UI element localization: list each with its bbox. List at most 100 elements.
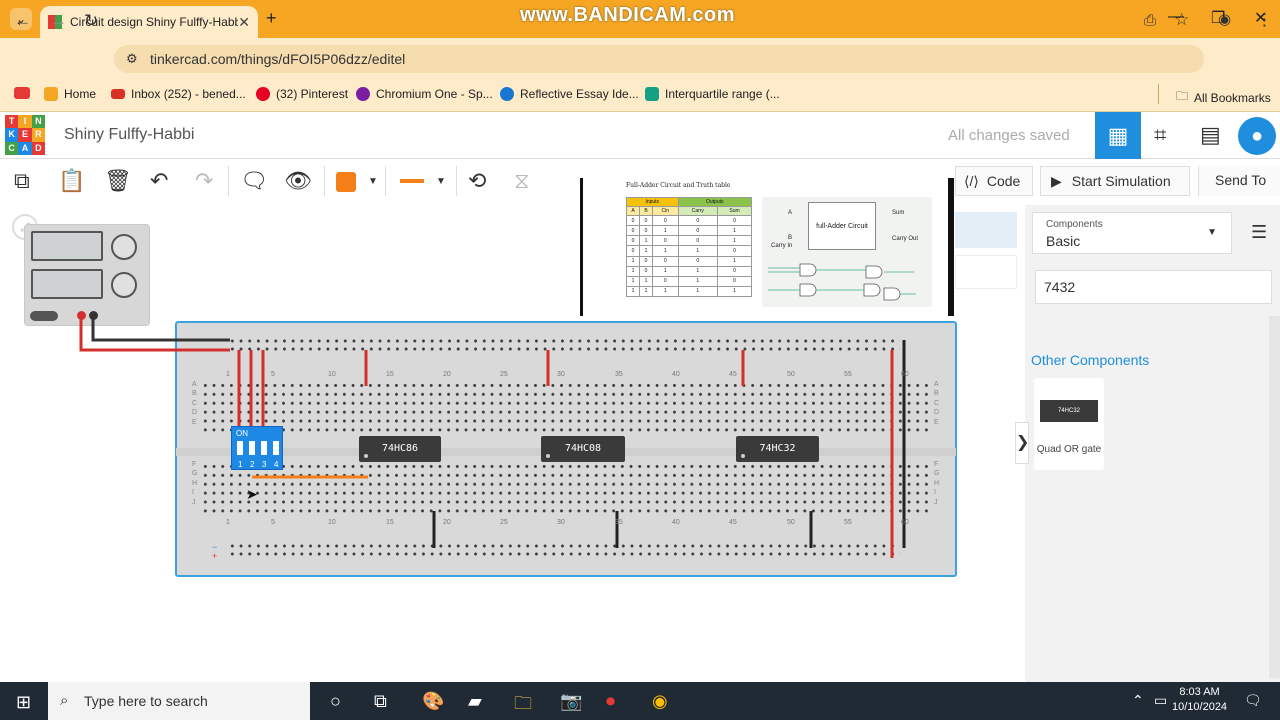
- dip-toggle[interactable]: [237, 441, 243, 455]
- schematic-view-icon[interactable]: ⌗: [1154, 122, 1166, 148]
- windows-start-icon[interactable]: ⊞: [16, 692, 31, 713]
- terminal-strip-bottom[interactable]: [201, 462, 931, 515]
- positive-terminal[interactable]: [77, 311, 86, 320]
- power-switch[interactable]: [30, 311, 58, 321]
- chip-74hc08[interactable]: 74HC08: [541, 436, 625, 462]
- notes-icon[interactable]: 🗨: [240, 168, 268, 194]
- paste-icon[interactable]: 📋: [58, 168, 85, 194]
- dip-toggle[interactable]: [261, 441, 267, 455]
- taskbar-search-box[interactable]: ⌕ Type here to search: [48, 682, 310, 720]
- menu-icon[interactable]: ⋮: [1256, 10, 1273, 30]
- install-app-icon[interactable]: ⎙: [1144, 12, 1156, 29]
- clock-date: 10/10/2024: [1172, 701, 1228, 713]
- toolbar-divider: [456, 166, 457, 196]
- dip-switch[interactable]: ON 1 2 3 4: [231, 426, 283, 470]
- bandicam-icon[interactable]: ⏺: [606, 691, 615, 712]
- color-dropdown-icon[interactable]: ▼: [368, 176, 378, 187]
- column-number: 1: [226, 519, 230, 526]
- user-avatar[interactable]: ●: [1238, 117, 1276, 155]
- reload-icon[interactable]: ↻: [84, 11, 98, 31]
- undo-icon[interactable]: ↶: [150, 168, 168, 194]
- negative-terminal[interactable]: [89, 311, 98, 320]
- truth-table-cell: 1: [652, 245, 679, 257]
- delete-icon[interactable]: 🗑: [104, 168, 132, 194]
- bookmark-label: (32) Pinterest: [276, 87, 349, 101]
- wire-color-swatch[interactable]: [336, 172, 356, 192]
- component-list-view-icon[interactable]: ▤: [1200, 122, 1221, 148]
- column-number: 15: [386, 371, 394, 378]
- task-view-icon[interactable]: ⧉: [374, 691, 387, 712]
- code-button[interactable]: ⟨/⟩ Code: [955, 166, 1033, 196]
- truth-table-cell: 0: [677, 235, 719, 247]
- row-letter: A: [934, 381, 939, 388]
- all-bookmarks[interactable]: 🗀 All Bookmarks: [1176, 87, 1271, 108]
- file-explorer-icon[interactable]: 🗀: [514, 691, 532, 720]
- new-tab-button[interactable]: +: [266, 8, 277, 29]
- bookmark-pinterest[interactable]: (32) Pinterest: [256, 87, 348, 101]
- panel-scrollbar[interactable]: [1269, 316, 1280, 678]
- chrome-icon[interactable]: ◉: [652, 691, 668, 712]
- components-dropdown[interactable]: Components Basic ▼: [1032, 212, 1232, 254]
- forward-icon[interactable]: →: [50, 11, 67, 31]
- wire-type-dropdown-icon[interactable]: ▼: [436, 176, 446, 187]
- redo-icon[interactable]: ↷: [195, 168, 213, 194]
- send-to-button[interactable]: Send To: [1198, 166, 1280, 196]
- wire-type-swatch[interactable]: [400, 179, 424, 183]
- copy-icon[interactable]: ⧉: [14, 168, 30, 194]
- home-icon: [44, 87, 58, 101]
- dip-number: 4: [274, 460, 279, 469]
- rotate-icon[interactable]: ⟲: [468, 168, 486, 194]
- collapse-panel-button[interactable]: ❯: [1015, 422, 1029, 464]
- address-bar[interactable]: ⚙ tinkercad.com/things/dFOI5P06dzz/edite…: [114, 45, 1204, 73]
- row-letter: J: [934, 498, 938, 506]
- bookmark-star-icon[interactable]: ☆: [1174, 10, 1189, 30]
- notes-app-icon[interactable]: ▰: [468, 691, 482, 712]
- component-search-input[interactable]: 7432: [1035, 270, 1272, 304]
- row-letter: D: [192, 409, 198, 417]
- dip-toggle[interactable]: [249, 441, 255, 455]
- bookmark-youtube[interactable]: [14, 87, 36, 99]
- view-notes-icon[interactable]: 👁: [284, 168, 312, 194]
- truth-table-cell: 1: [717, 255, 752, 267]
- flip-icon[interactable]: ⧖: [514, 168, 529, 194]
- list-view-icon[interactable]: ☰: [1251, 222, 1267, 243]
- paint-icon[interactable]: 🎨: [422, 691, 444, 712]
- back-icon[interactable]: ←: [14, 11, 31, 31]
- full-adder-box: full-Adder Circuit: [808, 202, 876, 250]
- notifications-icon[interactable]: 🗨: [1244, 692, 1262, 709]
- component-chip-preview: 74HC32: [1040, 400, 1098, 422]
- bookmark-home[interactable]: Home: [44, 87, 96, 101]
- column-number: 5: [271, 519, 275, 526]
- site-info-icon[interactable]: ⚙: [126, 45, 138, 73]
- chip-74hc86[interactable]: 74HC86: [359, 436, 441, 462]
- truth-table-cell: 0: [677, 255, 719, 267]
- network-icon[interactable]: ▭: [1154, 692, 1167, 709]
- bookmark-inbox[interactable]: Inbox (252) - bened...: [111, 87, 246, 101]
- cortana-icon[interactable]: ○: [330, 691, 341, 712]
- truth-table-column-header: Carry: [677, 206, 719, 216]
- circuit-view-icon[interactable]: ▦: [1095, 112, 1141, 159]
- truth-table: Inputs Outputs A B Cin Carry Sum 00000001010…: [626, 197, 752, 298]
- start-simulation-button[interactable]: ▶ Start Simulation: [1040, 166, 1190, 196]
- truth-table-column-header: A: [626, 206, 640, 216]
- dip-toggle[interactable]: [273, 441, 279, 455]
- bookmark-reflective-essay[interactable]: Reflective Essay Ide...: [500, 87, 639, 101]
- close-tab-icon[interactable]: ✕: [238, 14, 250, 31]
- bottom-power-rail[interactable]: [228, 542, 900, 558]
- show-hidden-icons-icon[interactable]: ⌃: [1132, 692, 1144, 709]
- column-number: 20: [443, 519, 451, 526]
- bookmark-interquartile[interactable]: Interquartile range (...: [645, 87, 780, 101]
- profile-icon[interactable]: ◉: [1218, 10, 1231, 28]
- camera-icon[interactable]: 📷: [560, 691, 582, 712]
- browser-tab[interactable]: Circuit design Shiny Fulffy-Habbi ✕: [40, 6, 258, 38]
- tinkercad-logo[interactable]: TINKERCAD: [5, 115, 45, 155]
- top-power-rail[interactable]: [228, 337, 900, 353]
- component-tile-quad-or-gate[interactable]: 74HC32 Quad OR gate: [1034, 378, 1104, 470]
- current-knob[interactable]: [111, 272, 137, 298]
- terminal-strip-top[interactable]: [201, 381, 931, 434]
- project-title[interactable]: Shiny Fulffy-Habbi: [64, 126, 194, 144]
- taskbar-clock[interactable]: 8:03 AM 10/10/2024: [1172, 685, 1227, 715]
- bookmark-chromium[interactable]: Chromium One - Sp...: [356, 87, 493, 101]
- voltage-knob[interactable]: [111, 234, 137, 260]
- chip-74hc32[interactable]: 74HC32: [736, 436, 819, 462]
